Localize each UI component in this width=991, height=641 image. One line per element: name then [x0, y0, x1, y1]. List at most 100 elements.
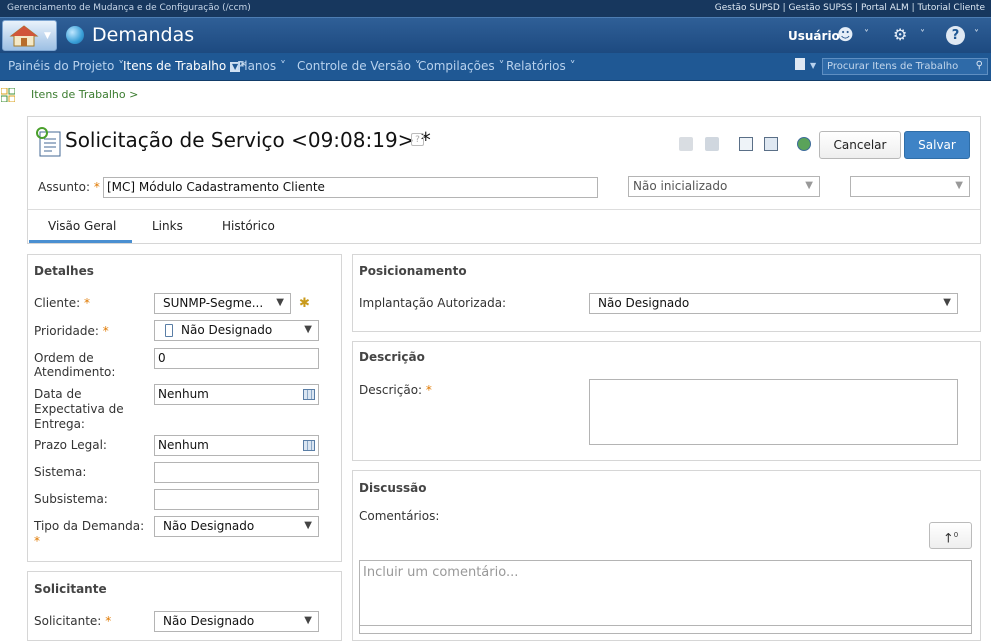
chevron-down-icon: ▼	[304, 324, 312, 335]
input-value: Nenhum	[158, 438, 209, 452]
subject-label: Assunto: *	[38, 180, 100, 194]
label-text: Cliente:	[34, 296, 81, 310]
data-entrega-input[interactable]: Nenhum	[154, 384, 319, 405]
label-text: Prioridade:	[34, 324, 99, 338]
chevron-down-icon: ˅	[920, 29, 925, 40]
nav-compilacoes[interactable]: Compilações ˅	[418, 59, 504, 73]
save-button[interactable]: Salvar	[904, 131, 970, 159]
active-tab-indicator	[29, 240, 132, 243]
print-icon[interactable]	[679, 137, 693, 151]
status-select[interactable]: Não inicializado ▼	[628, 176, 820, 197]
home-button[interactable]: ▼	[2, 20, 57, 51]
label-text: Atendimento:	[34, 365, 116, 379]
chevron-down-icon: ▼	[810, 61, 817, 70]
chevron-down-icon: ▼	[943, 297, 951, 308]
chevron-down-icon: ▼	[304, 520, 312, 531]
nav-controle-versao[interactable]: Controle de Versão ˅	[297, 59, 421, 73]
required-marker: *	[105, 614, 112, 628]
cancel-button[interactable]: Cancelar	[819, 131, 901, 159]
gear-icon[interactable]: ⚙	[893, 25, 907, 44]
work-item-title: Solicitação de Serviço <09:08:19> *	[65, 128, 431, 152]
field-label: Solicitante: *	[34, 614, 111, 628]
required-marker: *	[425, 383, 432, 397]
search-input[interactable]: Procurar Itens de Trabalho ⚲	[822, 58, 988, 75]
prazo-legal-input[interactable]: Nenhum	[154, 435, 319, 456]
list-icon[interactable]	[795, 58, 805, 70]
cliente-select[interactable]: SUNMP-Segme... ▼	[154, 293, 291, 314]
field-label: Data de Expectativa de Entrega:	[34, 387, 124, 432]
nav-paineis[interactable]: Painéis do Projeto ˅	[8, 59, 124, 73]
work-item-icon	[36, 127, 61, 157]
select-value: Não Designado	[181, 323, 273, 337]
nav-label: Compilações	[418, 59, 495, 73]
nav-planos[interactable]: Planos ˅	[237, 59, 286, 73]
help-icon[interactable]: ?	[411, 133, 424, 146]
field-label: Ordem de Atendimento:	[34, 351, 115, 379]
refresh-icon[interactable]	[797, 137, 811, 151]
chevron-down-icon: ▼	[304, 615, 312, 626]
field-label: Prioridade: *	[34, 324, 109, 338]
label-text: Expectativa de	[34, 402, 124, 416]
select-value: Não Designado	[598, 296, 690, 310]
section-title: Discussão	[359, 481, 427, 495]
prioridade-select[interactable]: Não Designado ▼	[154, 320, 319, 341]
field-label: Comentários:	[359, 509, 440, 523]
comment-input[interactable]: Incluir um comentário...	[359, 560, 972, 626]
chevron-down-icon: ˅	[974, 29, 979, 40]
implantacao-select[interactable]: Não Designado ▼	[589, 293, 958, 314]
label-text: Tipo da Demanda:	[34, 519, 145, 533]
required-marker: *	[93, 180, 100, 194]
chevron-down-icon: ▼	[44, 31, 51, 41]
divider	[28, 209, 980, 210]
field-label: Descrição: *	[359, 383, 432, 397]
tab-historico[interactable]: Histórico	[222, 219, 275, 233]
tipo-demanda-select[interactable]: Não Designado ▼	[154, 516, 319, 537]
breadcrumb[interactable]: Itens de Trabalho >	[31, 88, 138, 101]
required-marker: *	[102, 324, 109, 338]
lightbulb-icon[interactable]: ✱	[299, 296, 315, 312]
field-label: Cliente: *	[34, 296, 90, 310]
help-icon[interactable]: ?	[946, 26, 965, 45]
section-title: Posicionamento	[359, 264, 467, 278]
calendar-icon[interactable]	[303, 389, 315, 400]
chevron-down-icon: ▼	[805, 180, 813, 191]
nav-label: Controle de Versão	[297, 59, 411, 73]
solicitante-select[interactable]: Não Designado ▼	[154, 611, 319, 632]
calendar-icon[interactable]	[303, 440, 315, 451]
descricao-textarea[interactable]	[589, 379, 958, 445]
nav-itens-trabalho[interactable]: Itens de Trabalho ▼ *	[123, 59, 246, 73]
sort-icon: ↑	[942, 531, 954, 547]
subject-input[interactable]: [MC] Módulo Cadastramento Cliente	[103, 177, 598, 198]
search-icon[interactable]: ⚲	[976, 60, 983, 71]
top-links[interactable]: Gestão SUPSD | Gestão SUPSS | Portal ALM…	[715, 0, 985, 17]
user-menu[interactable]: Usuário	[788, 29, 840, 43]
grid-icon[interactable]	[1, 88, 15, 102]
comment-input-footer	[359, 626, 972, 634]
select-value: Não Designado	[163, 519, 255, 533]
ordem-input[interactable]: 0	[154, 348, 319, 369]
sistema-input[interactable]	[154, 462, 319, 483]
field-label: Implantação Autorizada:	[359, 296, 507, 310]
subsistema-input[interactable]	[154, 489, 319, 510]
priority-icon	[165, 324, 173, 337]
field-label: Sistema:	[34, 465, 87, 479]
resolution-select[interactable]: ▼	[850, 176, 970, 197]
camera-icon[interactable]	[705, 137, 719, 151]
section-title: Detalhes	[34, 264, 94, 278]
banner: ▼ Demandas Usuário ☻ ˅ ⚙ ˅ ? ˅	[0, 17, 991, 53]
select-value: SUNMP-Segme...	[163, 296, 264, 310]
sort-comments-button[interactable]: ↑0	[929, 522, 972, 549]
nav-relatorios[interactable]: Relatórios ˅	[506, 59, 576, 73]
top-bar: Gerenciamento de Mudança e de Configuraç…	[0, 0, 991, 17]
app-context-label: Gerenciamento de Mudança e de Configuraç…	[7, 3, 251, 13]
find-icon[interactable]	[739, 137, 753, 151]
label-text: Descrição:	[359, 383, 423, 397]
tab-visao-geral[interactable]: Visão Geral	[48, 219, 116, 233]
page-title: Demandas	[92, 24, 195, 46]
chevron-down-icon: ▼	[276, 297, 284, 308]
tab-links[interactable]: Links	[152, 219, 183, 233]
team-icon[interactable]: ☻	[837, 25, 854, 44]
copy-icon[interactable]	[764, 137, 778, 151]
required-marker: *	[34, 534, 40, 548]
home-icon	[9, 25, 39, 47]
